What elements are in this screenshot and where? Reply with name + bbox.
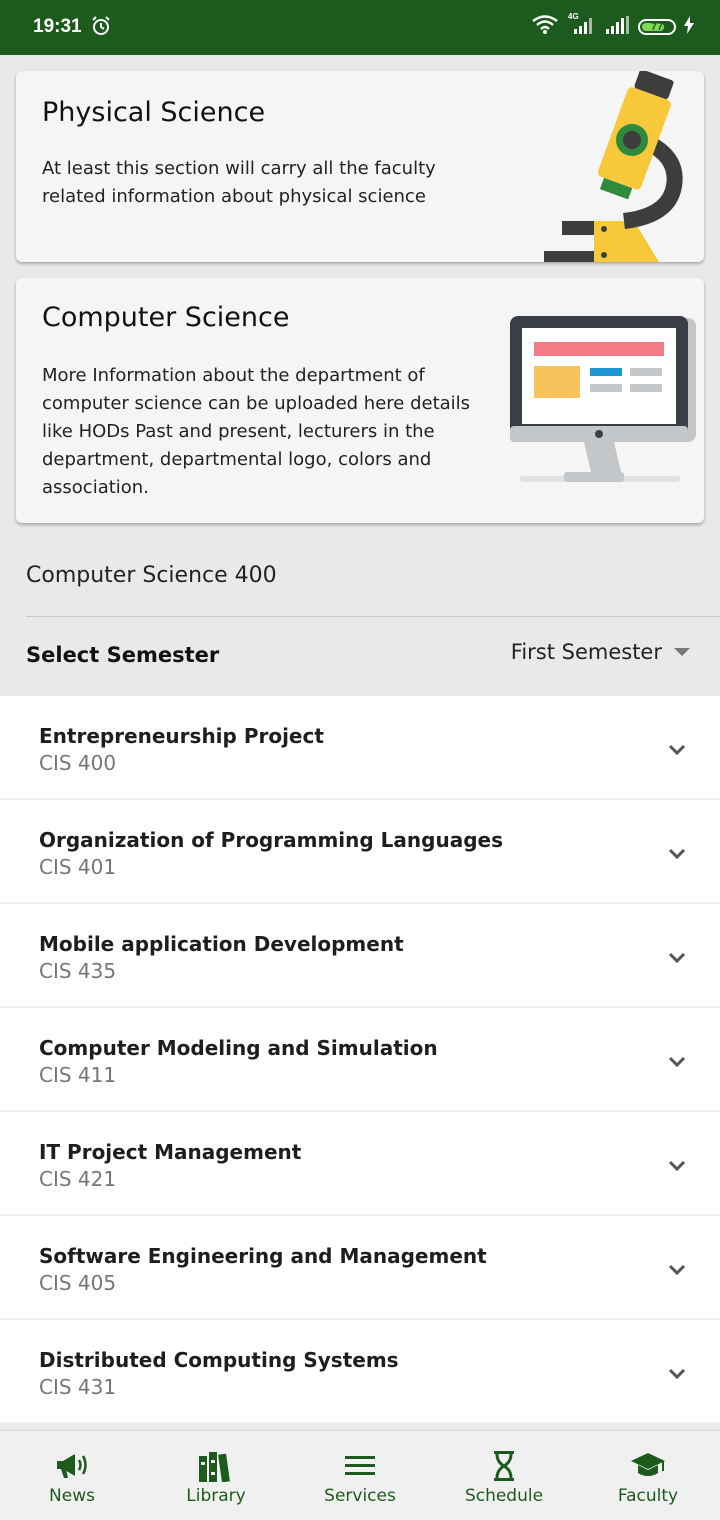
course-name: Organization of Programming Languages (39, 828, 503, 852)
card-title: Physical Science (42, 97, 266, 128)
nav-library[interactable]: Library (144, 1431, 288, 1520)
course-item[interactable]: Mobile application Development CIS 435 (0, 904, 720, 1008)
battery-icon: 77 (638, 19, 676, 35)
course-code: CIS 401 (39, 855, 117, 879)
course-item[interactable]: Organization of Programming Languages CI… (0, 800, 720, 904)
desktop-computer-icon (510, 316, 696, 482)
select-semester-label: Select Semester (26, 643, 220, 667)
course-code: CIS 411 (39, 1063, 117, 1087)
battery-level-text: 77 (650, 21, 664, 33)
course-code: CIS 400 (39, 751, 117, 775)
course-item[interactable]: IT Project Management CIS 421 (0, 1112, 720, 1216)
wifi-icon (532, 15, 558, 39)
status-bar: 19:31 4G 77 (0, 0, 720, 55)
chevron-down-icon[interactable] (668, 744, 686, 756)
chevron-down-icon[interactable] (668, 848, 686, 860)
course-code: CIS 435 (39, 959, 117, 983)
chevron-down-icon[interactable] (668, 1368, 686, 1380)
nav-label: News (49, 1486, 95, 1506)
course-list: Entrepreneurship Project CIS 400 Organiz… (0, 696, 720, 1424)
signal-icon (604, 15, 630, 39)
charging-icon (684, 16, 694, 38)
course-name: Distributed Computing Systems (39, 1348, 399, 1372)
signal-4g-icon: 4G (566, 12, 596, 39)
nav-faculty[interactable]: Faculty (576, 1431, 720, 1520)
status-time: 19:31 (33, 16, 82, 37)
semester-selected-value: First Semester (510, 640, 662, 664)
nav-label: Library (186, 1486, 246, 1506)
computer-science-card[interactable]: Computer Science More Information about … (16, 278, 704, 523)
menu-icon (345, 1449, 375, 1483)
bottom-navigation: News Library Services Schedule Faculty (0, 1430, 720, 1520)
nav-services[interactable]: Services (288, 1431, 432, 1520)
status-icons: 4G 77 (532, 12, 694, 39)
course-code: CIS 421 (39, 1167, 117, 1191)
nav-schedule[interactable]: Schedule (432, 1431, 576, 1520)
card-description: More Information about the department of… (42, 365, 471, 498)
chevron-down-icon[interactable] (668, 1056, 686, 1068)
chevron-down-icon[interactable] (668, 1160, 686, 1172)
course-name: IT Project Management (39, 1140, 302, 1164)
alarm-icon (90, 15, 112, 41)
nav-label: Services (324, 1486, 396, 1506)
microscope-icon (544, 71, 683, 262)
semester-dropdown[interactable]: First Semester (511, 640, 690, 664)
course-code: CIS 431 (39, 1375, 117, 1399)
divider (26, 616, 720, 617)
course-name: Entrepreneurship Project (39, 724, 324, 748)
course-name: Software Engineering and Management (39, 1244, 487, 1268)
megaphone-icon (55, 1449, 89, 1483)
books-icon (198, 1449, 234, 1483)
nav-label: Schedule (464, 1486, 544, 1506)
course-code: CIS 405 (39, 1271, 117, 1295)
course-item[interactable]: Distributed Computing Systems CIS 431 (0, 1320, 720, 1424)
nav-label: Faculty (617, 1486, 679, 1506)
course-item[interactable]: Computer Modeling and Simulation CIS 411 (0, 1008, 720, 1112)
class-title: Computer Science 400 (26, 563, 277, 588)
graduation-cap-icon (630, 1449, 666, 1483)
course-item[interactable]: Entrepreneurship Project CIS 400 (0, 696, 720, 800)
card-title: Computer Science (42, 302, 290, 333)
nav-news[interactable]: News (0, 1431, 144, 1520)
card-description: At least this section will carry all the… (42, 158, 436, 207)
course-item[interactable]: Software Engineering and Management CIS … (0, 1216, 720, 1320)
course-name: Mobile application Development (39, 932, 404, 956)
dropdown-arrow-icon (674, 648, 690, 656)
course-name: Computer Modeling and Simulation (39, 1036, 438, 1060)
chevron-down-icon[interactable] (668, 1264, 686, 1276)
physical-science-card[interactable]: Physical Science At least this section w… (16, 71, 704, 262)
chevron-down-icon[interactable] (668, 952, 686, 964)
hourglass-icon (493, 1449, 515, 1483)
